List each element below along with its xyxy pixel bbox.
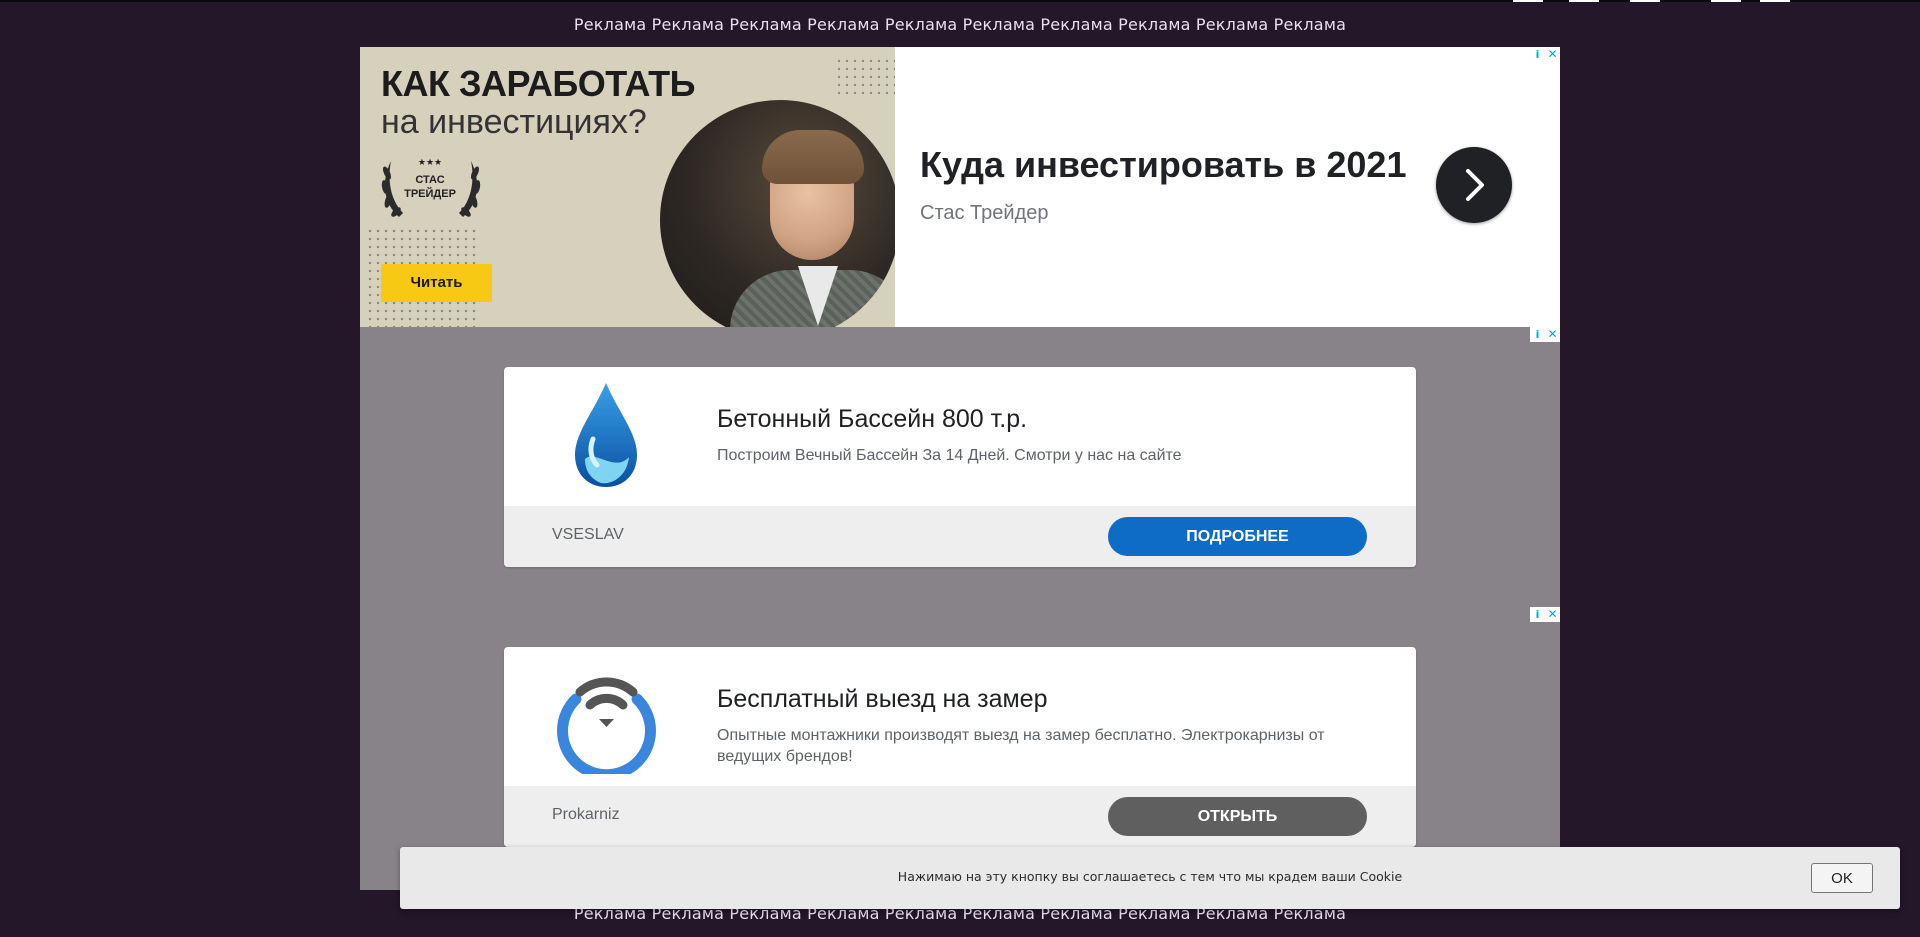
banner-creative-title: КАК ЗАРАБОТАТЬ bbox=[381, 63, 696, 104]
ad-info-icon[interactable]: i bbox=[1530, 47, 1545, 62]
native-ad-card[interactable]: Бесплатный выезд на замер Опытные монтаж… bbox=[504, 647, 1416, 847]
water-drop-icon bbox=[575, 383, 637, 487]
card-description[interactable]: Построим Вечный Бассейн За 14 Дней. Смот… bbox=[717, 445, 1367, 466]
cookie-ok-button[interactable]: OK bbox=[1811, 863, 1873, 893]
ad-choices: i ✕ bbox=[1530, 327, 1560, 342]
top-strip-marker bbox=[1630, 0, 1660, 2]
banner-advertiser[interactable]: Стас Трейдер bbox=[920, 202, 1049, 225]
ad-close-icon[interactable]: ✕ bbox=[1545, 607, 1560, 622]
ad-choices: i ✕ bbox=[1530, 607, 1560, 622]
banner-creative-subtitle: на инвестициях? bbox=[381, 103, 647, 141]
advertising-label-top: Реклама Реклама Реклама Реклама Реклама … bbox=[573, 15, 1347, 34]
open-button[interactable]: ОТКРЫТЬ bbox=[1108, 797, 1367, 836]
ad-info-icon[interactable]: i bbox=[1530, 327, 1545, 342]
banner-open-button[interactable] bbox=[1436, 147, 1512, 223]
card-footer: Prokarniz ОТКРЫТЬ bbox=[504, 786, 1416, 847]
more-details-button[interactable]: ПОДРОБНЕЕ bbox=[1108, 517, 1367, 556]
banner-creative[interactable]: КАК ЗАРАБОТАТЬ на инвестициях? ★★★ СТАС … bbox=[360, 47, 895, 327]
card-description[interactable]: Опытные монтажники производят выезд на з… bbox=[717, 725, 1367, 767]
top-strip-marker bbox=[1760, 0, 1790, 2]
card-advertiser[interactable]: Prokarniz bbox=[552, 806, 620, 824]
native-ad-card[interactable]: Бетонный Бассейн 800 т.р. Построим Вечны… bbox=[504, 367, 1416, 567]
banner-headline[interactable]: Куда инвестировать в 2021 bbox=[920, 144, 1406, 186]
cookie-message: Нажимаю на эту кнопку вы соглашаетесь с … bbox=[897, 869, 1403, 884]
ad-close-icon[interactable]: ✕ bbox=[1545, 47, 1560, 62]
ad-info-icon[interactable]: i bbox=[1530, 607, 1545, 622]
card-title[interactable]: Бетонный Бассейн 800 т.р. bbox=[717, 405, 1027, 434]
decor-dots bbox=[835, 57, 895, 97]
laurel-text: СТАС ТРЕЙДЕР bbox=[395, 173, 465, 201]
cookie-banner: Нажимаю на эту кнопку вы соглашаетесь с … bbox=[400, 847, 1900, 909]
card-footer: VSESLAV ПОДРОБНЕЕ bbox=[504, 506, 1416, 567]
top-strip-marker bbox=[1569, 0, 1599, 2]
advertiser-photo bbox=[660, 100, 895, 327]
banner-ad[interactable]: КАК ЗАРАБОТАТЬ на инвестициях? ★★★ СТАС … bbox=[360, 47, 1560, 327]
photo-hair bbox=[762, 130, 864, 184]
card-advertiser[interactable]: VSESLAV bbox=[552, 526, 624, 544]
ad-choices: i ✕ bbox=[1530, 47, 1560, 62]
top-strip bbox=[0, 0, 1920, 2]
wifi-circle-icon bbox=[557, 677, 656, 774]
top-strip-marker bbox=[1711, 0, 1741, 2]
card-title[interactable]: Бесплатный выезд на замер bbox=[717, 685, 1048, 714]
chevron-right-icon bbox=[1466, 169, 1484, 201]
laurel-line-2: ТРЕЙДЕР bbox=[404, 188, 456, 200]
top-strip-marker bbox=[1513, 0, 1543, 2]
laurel-line-1: СТАС bbox=[415, 174, 445, 186]
ad-container: КАК ЗАРАБОТАТЬ на инвестициях? ★★★ СТАС … bbox=[360, 47, 1560, 890]
read-button[interactable]: Читать bbox=[381, 264, 492, 302]
laurel-stars: ★★★ bbox=[417, 158, 443, 168]
ad-close-icon[interactable]: ✕ bbox=[1545, 327, 1560, 342]
